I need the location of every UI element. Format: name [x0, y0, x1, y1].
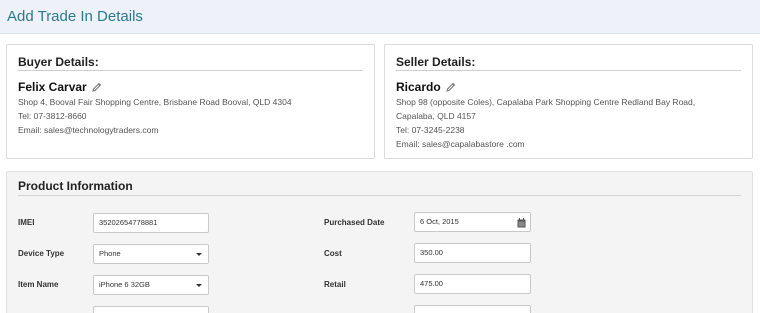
purchased-date-value: 6 Oct, 2015 [420, 217, 459, 226]
seller-name-row: Ricardo [396, 80, 456, 94]
page-header: Add Trade In Details [0, 0, 760, 34]
divider [396, 70, 741, 71]
page-title: Add Trade In Details [7, 8, 143, 25]
caret-down-icon [196, 284, 202, 287]
purchased-date-label: Purchased Date [324, 218, 385, 227]
product-information-panel: Product Information IMEI 35202654778881 … [6, 171, 753, 313]
buyer-heading: Buyer Details: [18, 55, 99, 69]
caret-down-icon [196, 253, 202, 256]
divider [18, 195, 741, 196]
product-heading: Product Information [18, 179, 133, 193]
cost-value: 350.00 [420, 248, 443, 257]
pencil-icon[interactable] [446, 81, 456, 92]
buyer-address: Shop 4, Booval Fair Shopping Centre, Bri… [18, 97, 292, 107]
item-name-label: Item Name [18, 280, 59, 289]
imei-value: 35202654778881 [99, 218, 158, 227]
seller-email: Email: sales@capalabastore .com [396, 139, 525, 149]
retail-field[interactable]: 475.00 [414, 274, 531, 294]
retail-value: 475.00 [420, 279, 443, 288]
device-type-label: Device Type [18, 249, 65, 258]
pencil-icon[interactable] [92, 81, 102, 92]
item-name-value: iPhone 6 32GB [99, 280, 150, 289]
next-field[interactable] [414, 305, 531, 313]
seller-details-card: Seller Details: Ricardo Shop 98 (opposit… [384, 44, 753, 159]
seller-tel: Tel: 07-3245-2238 [396, 125, 465, 135]
retail-label: Retail [324, 280, 346, 289]
calendar-icon[interactable] [517, 217, 526, 228]
device-type-value: Phone [99, 249, 121, 258]
buyer-name: Felix Carvar [18, 80, 87, 94]
seller-name: Ricardo [396, 80, 441, 94]
divider [18, 70, 363, 71]
buyer-tel: Tel: 07-3812-8660 [18, 111, 87, 121]
cost-label: Cost [324, 249, 342, 258]
next-field[interactable] [93, 306, 209, 313]
buyer-name-row: Felix Carvar [18, 80, 102, 94]
cost-field[interactable]: 350.00 [414, 243, 531, 263]
seller-heading: Seller Details: [396, 55, 476, 69]
purchased-date-field[interactable]: 6 Oct, 2015 [414, 212, 531, 232]
buyer-email: Email: sales@technologytraders.com [18, 125, 159, 135]
device-type-select[interactable]: Phone [93, 244, 209, 264]
imei-label: IMEI [18, 218, 35, 227]
buyer-details-card: Buyer Details: Felix Carvar Shop 4, Boov… [6, 44, 375, 159]
seller-address-line2: Capalaba, QLD 4157 [396, 111, 476, 121]
item-name-select[interactable]: iPhone 6 32GB [93, 275, 209, 295]
imei-field[interactable]: 35202654778881 [93, 213, 209, 233]
seller-address-line1: Shop 98 (opposite Coles), Capalaba Park … [396, 97, 696, 107]
